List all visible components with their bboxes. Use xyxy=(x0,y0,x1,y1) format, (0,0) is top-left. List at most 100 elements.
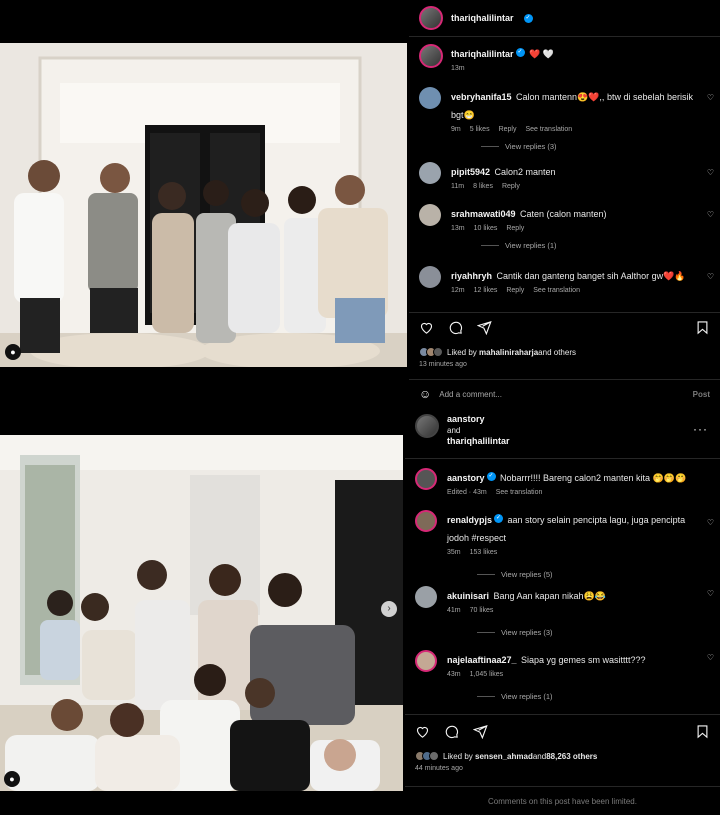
comment-time: 13m xyxy=(451,225,465,232)
more-icon[interactable]: ··· xyxy=(693,422,708,436)
caption: thariqhalilintar ✓ ❤️ 🤍 13m xyxy=(419,44,554,72)
comment-text: Calon2 manten xyxy=(494,167,556,177)
comment-text: Cantik dan ganteng banget sih Aalthor gw… xyxy=(496,271,686,281)
verified-icon: ✓ xyxy=(523,13,533,23)
post-2-photo[interactable]: › ● xyxy=(0,435,403,791)
heart-icon[interactable]: ♡ xyxy=(707,93,714,102)
view-replies[interactable]: View replies (3) xyxy=(477,628,698,637)
post-2-timestamp: 44 minutes ago xyxy=(415,765,463,772)
post-1-actions xyxy=(409,320,720,335)
heart-icon[interactable]: ♡ xyxy=(707,653,714,662)
comment-text: Caten (calon manten) xyxy=(520,209,607,219)
heart-icon[interactable]: ♡ xyxy=(707,518,714,527)
heart-icon[interactable]: ♡ xyxy=(707,168,714,177)
user-tag-icon[interactable]: ● xyxy=(4,771,20,787)
avatar[interactable] xyxy=(415,414,439,438)
avatar[interactable] xyxy=(415,510,437,532)
add-comment-input[interactable]: Add a comment... xyxy=(439,390,502,399)
avatar[interactable] xyxy=(419,87,441,109)
liked-by: Liked by mahaliniraharja and others xyxy=(409,347,586,357)
comment-likes[interactable]: 70 likes xyxy=(470,607,494,614)
comment-likes[interactable]: 153 likes xyxy=(470,549,498,556)
next-arrow-icon[interactable]: › xyxy=(381,601,397,617)
comment-username[interactable]: najelaaftinaa27_ xyxy=(447,655,517,665)
comment-likes[interactable]: 1,045 likes xyxy=(470,671,503,678)
post-button[interactable]: Post xyxy=(693,390,710,399)
bookmark-icon[interactable] xyxy=(695,320,710,335)
liked-by-count[interactable]: 88,263 others xyxy=(546,752,597,761)
comment-likes[interactable]: 8 likes xyxy=(473,183,493,190)
comment-username[interactable]: pipit5942 xyxy=(451,167,490,177)
post-2: › ● aanstory and thariqhalilintar ··· aa… xyxy=(0,408,720,815)
username[interactable]: thariqhalilintar xyxy=(451,13,514,23)
comment-username[interactable]: vebryhanifa15 xyxy=(451,92,512,102)
reply-button[interactable]: Reply xyxy=(506,287,524,294)
comments-limited-notice: Comments on this post have been limited. xyxy=(405,786,720,815)
comment-time: 35m xyxy=(447,549,461,556)
see-translation[interactable]: See translation xyxy=(525,126,572,133)
comment-likes[interactable]: 5 likes xyxy=(470,126,490,133)
heart-icon[interactable] xyxy=(415,724,430,739)
comment-text: Nobarrr!!!! Bareng calon2 manten kita 🤭🤭… xyxy=(499,473,687,483)
comment-time: Edited · 43m xyxy=(447,489,487,496)
view-replies[interactable]: View replies (5) xyxy=(477,570,698,579)
comment: vebryhanifa15 Calon mantenn😍❤️,, btw di … xyxy=(419,87,720,151)
avatar[interactable] xyxy=(419,6,443,30)
comment-username[interactable]: akuinisari xyxy=(447,591,489,601)
post-1-photo[interactable]: ● xyxy=(0,43,407,367)
avatar[interactable] xyxy=(419,204,441,226)
emoji-icon[interactable]: ☺ xyxy=(419,387,431,401)
post-2-actions xyxy=(405,724,720,739)
heart-icon[interactable]: ♡ xyxy=(707,272,714,281)
comment-text: Siapa yg gemes sm wasitttt??? xyxy=(521,655,646,665)
post-2-sidebar: aanstory and thariqhalilintar ··· aansto… xyxy=(405,408,720,815)
comment-username[interactable]: renaldypjs xyxy=(447,515,492,525)
view-replies[interactable]: View replies (3) xyxy=(481,142,698,151)
comment-icon[interactable] xyxy=(444,724,459,739)
reply-button[interactable]: Reply xyxy=(499,126,517,133)
avatar[interactable] xyxy=(415,586,437,608)
see-translation[interactable]: See translation xyxy=(496,489,543,496)
avatar[interactable] xyxy=(419,266,441,288)
comment-text: Bang Aan kapan nikah😩😂 xyxy=(493,591,606,601)
comment-time: 9m xyxy=(451,126,461,133)
comment-username[interactable]: srahmawati049 xyxy=(451,209,516,219)
liked-by-user[interactable]: sensen_ahmad xyxy=(475,752,533,761)
see-translation[interactable]: See translation xyxy=(533,287,580,294)
view-replies[interactable]: View replies (1) xyxy=(481,241,698,250)
avatar[interactable] xyxy=(415,650,437,672)
comment: akuinisari Bang Aan kapan nikah😩😂 41m 70 … xyxy=(415,586,720,637)
view-replies[interactable]: View replies (1) xyxy=(477,692,698,701)
share-icon[interactable] xyxy=(473,724,488,739)
comment-username[interactable]: riyahhryh xyxy=(451,271,492,281)
post-2-header: aanstory and thariqhalilintar xyxy=(415,414,510,447)
post-1-sidebar: thariqhalilintar ✓ thariqhalilintar ✓ ❤️ … xyxy=(409,0,720,408)
avatar[interactable] xyxy=(419,162,441,184)
share-icon[interactable] xyxy=(477,320,492,335)
comment-time: 41m xyxy=(447,607,461,614)
collab-user-2[interactable]: thariqhalilintar xyxy=(447,436,510,447)
heart-icon[interactable] xyxy=(419,320,434,335)
add-comment-bar: ☺ Add a comment... Post xyxy=(409,379,720,408)
heart-icon[interactable]: ♡ xyxy=(707,589,714,598)
comment-username[interactable]: aanstory xyxy=(447,473,485,483)
collab-user-1[interactable]: aanstory xyxy=(447,414,510,425)
verified-icon: ✓ xyxy=(486,472,496,482)
reply-button[interactable]: Reply xyxy=(506,225,524,232)
comment-likes[interactable]: 10 likes xyxy=(474,225,498,232)
avatar[interactable] xyxy=(415,468,437,490)
verified-icon: ✓ xyxy=(494,514,504,524)
post-1: ● thariqhalilintar ✓ thariqhalilintar ✓ ❤… xyxy=(0,0,720,408)
avatar[interactable] xyxy=(419,44,443,68)
and-label: and xyxy=(447,426,461,435)
caption-text: ❤️ 🤍 xyxy=(528,49,554,59)
user-tag-icon[interactable]: ● xyxy=(5,344,21,360)
caption-username[interactable]: thariqhalilintar xyxy=(451,49,514,59)
comment-icon[interactable] xyxy=(448,320,463,335)
reply-button[interactable]: Reply xyxy=(502,183,520,190)
caption-time: 13m xyxy=(451,65,465,72)
liked-by-user[interactable]: mahaliniraharja xyxy=(479,348,538,357)
comment-likes[interactable]: 12 likes xyxy=(474,287,498,294)
heart-icon[interactable]: ♡ xyxy=(707,210,714,219)
bookmark-icon[interactable] xyxy=(695,724,710,739)
